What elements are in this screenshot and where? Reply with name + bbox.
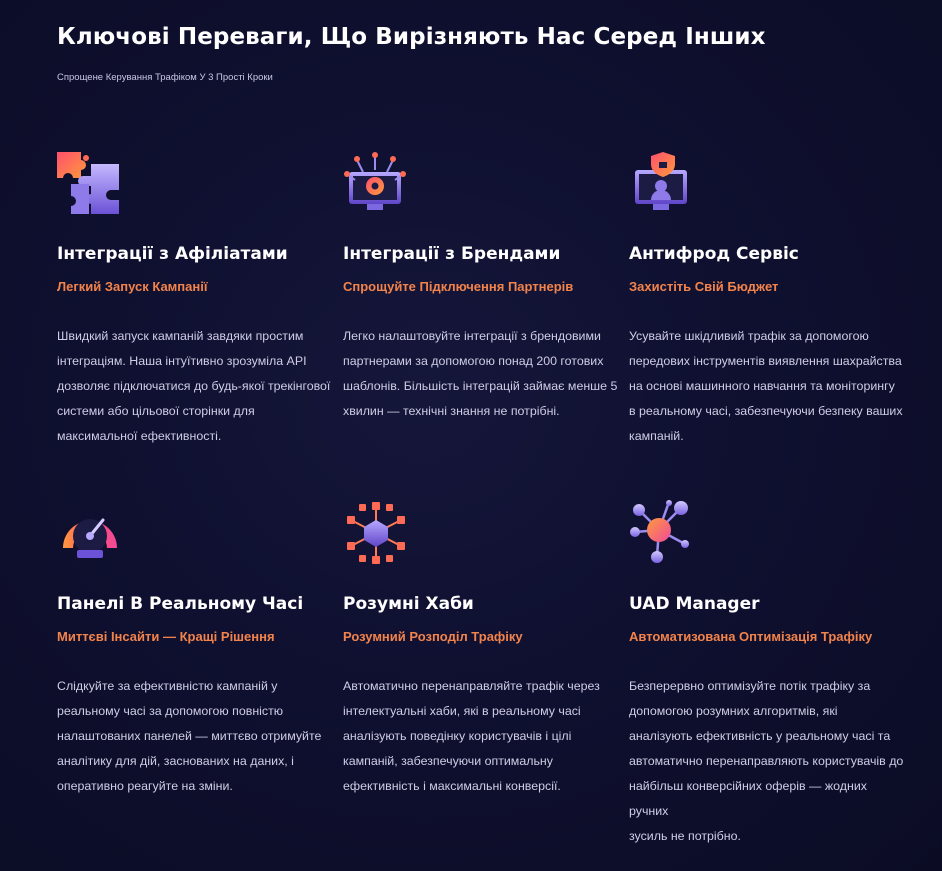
feature-tagline: Розумний Розподіл Трафіку (343, 629, 523, 644)
feature-title: Розумні Хаби (343, 594, 474, 614)
speedometer-icon (63, 518, 117, 558)
feature-tagline: Автоматизована Оптимізація Трафіку (629, 629, 873, 644)
feature-title: Інтеграції з Брендами (343, 244, 561, 264)
feature-title: Інтеграції з Афіліатами (57, 244, 288, 264)
feature-description: Легко налаштовуйте інтеграції з брендови… (343, 329, 618, 418)
monitor-gear-icon (344, 152, 406, 210)
puzzle-icon (57, 152, 119, 214)
feature-tagline: Захистіть Свій Бюджет (629, 279, 779, 294)
feature-tagline: Легкий Запуск Кампанії (57, 279, 208, 294)
feature-title: Панелі В Реальному Часі (57, 594, 304, 614)
feature-description: Безперервно оптимізуйте потік трафіку за… (629, 679, 904, 843)
features-section: Ключові Переваги, Що Вирізняють Нас Сере… (0, 0, 942, 871)
node-graph-icon (630, 500, 689, 563)
feature-tagline: Спрощуйте Підключення Партнерів (343, 279, 574, 294)
feature-tagline: Миттєві Інсайти — Кращі Рішення (57, 629, 275, 644)
feature-title: UAD Manager (629, 594, 760, 614)
feature-description: Автоматично перенаправляйте трафік через… (343, 679, 600, 793)
hub-network-icon (347, 502, 405, 564)
feature-title: Антифрод Сервіс (629, 244, 799, 264)
section-subtitle: Спрощене Керування Трафіком У 3 Прості К… (57, 72, 273, 83)
feature-description: Усувайте шкідливий трафік за допомогою пе… (629, 329, 903, 443)
shield-monitor-icon (635, 152, 687, 210)
feature-description: Слідкуйте за ефективністю кампаній у реал… (57, 679, 322, 793)
section-title: Ключові Переваги, Що Вирізняють Нас Сере… (57, 24, 766, 50)
feature-description: Швидкий запуск кампаній завдяки простим і… (57, 329, 331, 443)
